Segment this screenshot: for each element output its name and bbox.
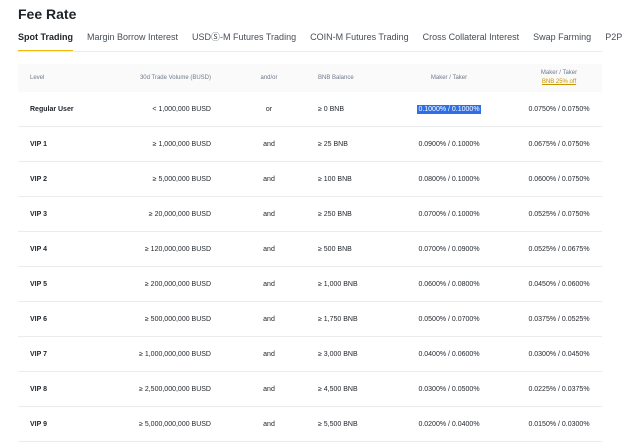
- row-maker-taker-bnb: 0.0750% / 0.0750%: [528, 105, 590, 113]
- table-header: Level 30d Trade Volume (BUSD) and/or BNB…: [18, 64, 602, 92]
- header-level: Level: [30, 75, 45, 81]
- row-maker-taker: 0.1000% / 0.1000%: [401, 92, 497, 126]
- row-maker-taker-bnb: 0.0525% / 0.0675%: [528, 245, 590, 253]
- table-row: VIP 6 ≥ 500,000,000 BUSD and ≥ 1,750 BNB…: [18, 302, 602, 337]
- tab-swap-farming[interactable]: Swap Farming: [533, 30, 591, 52]
- table-row: Regular User < 1,000,000 BUSD or ≥ 0 BNB…: [18, 92, 602, 127]
- row-volume: ≥ 1,000,000,000 BUSD: [139, 350, 211, 358]
- row-andor: or: [265, 105, 273, 113]
- header-maker-taker-bnb: Maker / Taker BNB 25% off: [516, 64, 602, 92]
- tab-margin-borrow-interest[interactable]: Margin Borrow Interest: [87, 30, 178, 52]
- row-volume: < 1,000,000 BUSD: [152, 105, 211, 113]
- row-volume: ≥ 500,000,000 BUSD: [144, 315, 211, 323]
- row-andor: and: [263, 350, 275, 358]
- row-andor: and: [263, 210, 275, 218]
- row-maker-taker-bnb: 0.0600% / 0.0750%: [528, 175, 590, 183]
- row-level: Regular User: [30, 105, 74, 113]
- row-maker-taker: 0.0200% / 0.0400%: [418, 420, 480, 428]
- row-bnb-balance: ≥ 5,500 BNB: [318, 420, 358, 428]
- row-volume: ≥ 1,000,000 BUSD: [152, 140, 211, 148]
- row-level: VIP 4: [30, 245, 47, 253]
- row-andor: and: [263, 140, 275, 148]
- row-bnb-balance: ≥ 25 BNB: [318, 140, 348, 148]
- tab-bar: Spot Trading Margin Borrow Interest USDⓈ…: [18, 30, 636, 52]
- row-maker-taker-bnb: 0.0225% / 0.0375%: [528, 385, 590, 393]
- table-row: VIP 9 ≥ 5,000,000,000 BUSD and ≥ 5,500 B…: [18, 407, 602, 442]
- tab-coin-m-futures-trading[interactable]: COIN-M Futures Trading: [310, 30, 409, 52]
- row-andor: and: [263, 280, 275, 288]
- row-andor: and: [263, 315, 275, 323]
- tab-divider: [18, 51, 602, 52]
- table-row: VIP 5 ≥ 200,000,000 BUSD and ≥ 1,000 BNB…: [18, 267, 602, 302]
- row-volume: ≥ 20,000,000 BUSD: [148, 210, 211, 218]
- row-volume: ≥ 200,000,000 BUSD: [144, 280, 211, 288]
- row-maker-taker: 0.0800% / 0.1000%: [418, 175, 480, 183]
- row-maker-taker-bnb: 0.0375% / 0.0525%: [528, 315, 590, 323]
- row-maker-taker: 0.0600% / 0.0800%: [418, 280, 480, 288]
- row-volume: ≥ 2,500,000,000 BUSD: [139, 385, 211, 393]
- row-maker-taker: 0.0400% / 0.0600%: [418, 350, 480, 358]
- table-row: VIP 3 ≥ 20,000,000 BUSD and ≥ 250 BNB 0.…: [18, 197, 602, 232]
- table-row: VIP 1 ≥ 1,000,000 BUSD and ≥ 25 BNB 0.09…: [18, 127, 602, 162]
- row-bnb-balance: ≥ 1,000 BNB: [318, 280, 358, 288]
- row-andor: and: [263, 420, 275, 428]
- page-title: Fee Rate: [18, 6, 77, 22]
- row-level: VIP 1: [30, 140, 47, 148]
- table-row: VIP 8 ≥ 2,500,000,000 BUSD and ≥ 4,500 B…: [18, 372, 602, 407]
- row-bnb-balance: ≥ 1,750 BNB: [318, 315, 358, 323]
- row-maker-taker: 0.0700% / 0.0900%: [418, 245, 480, 253]
- row-level: VIP 8: [30, 385, 47, 393]
- row-level: VIP 7: [30, 350, 47, 358]
- row-level: VIP 9: [30, 420, 47, 428]
- row-andor: and: [263, 245, 275, 253]
- row-andor: and: [263, 175, 275, 183]
- row-bnb-balance: ≥ 100 BNB: [318, 175, 352, 183]
- header-volume: 30d Trade Volume (BUSD): [139, 75, 211, 81]
- row-maker-taker-bnb: 0.0450% / 0.0600%: [528, 280, 590, 288]
- fee-rate-table: Level 30d Trade Volume (BUSD) and/or BNB…: [18, 64, 602, 442]
- row-volume: ≥ 5,000,000 BUSD: [152, 175, 211, 183]
- row-maker-taker-bnb: 0.0300% / 0.0450%: [528, 350, 590, 358]
- row-maker-taker-bnb: 0.0150% / 0.0300%: [528, 420, 590, 428]
- table-row: VIP 4 ≥ 120,000,000 BUSD and ≥ 500 BNB 0…: [18, 232, 602, 267]
- row-andor: and: [263, 385, 275, 393]
- row-level: VIP 3: [30, 210, 47, 218]
- row-bnb-balance: ≥ 4,500 BNB: [318, 385, 358, 393]
- row-bnb-balance: ≥ 500 BNB: [318, 245, 352, 253]
- row-bnb-balance: ≥ 250 BNB: [318, 210, 352, 218]
- tab-p2p[interactable]: P2P: [605, 30, 622, 52]
- row-maker-taker: 0.0300% / 0.0500%: [418, 385, 480, 393]
- row-level: VIP 5: [30, 280, 47, 288]
- row-level: VIP 2: [30, 175, 47, 183]
- tab-spot-trading[interactable]: Spot Trading: [18, 30, 73, 52]
- row-maker-taker-bnb: 0.0525% / 0.0750%: [528, 210, 590, 218]
- row-level: VIP 6: [30, 315, 47, 323]
- row-bnb-balance: ≥ 3,000 BNB: [318, 350, 358, 358]
- header-maker-taker-bnb-label: Maker / Taker: [540, 70, 578, 76]
- row-maker-taker-bnb: 0.0675% / 0.0750%: [528, 140, 590, 148]
- tab-cross-collateral-interest[interactable]: Cross Collateral Interest: [423, 30, 520, 52]
- header-bnb-balance: BNB Balance: [318, 75, 354, 81]
- selected-text[interactable]: 0.1000% / 0.1000%: [417, 104, 481, 114]
- row-maker-taker: 0.0500% / 0.0700%: [418, 315, 480, 323]
- row-volume: ≥ 120,000,000 BUSD: [144, 245, 211, 253]
- row-maker-taker: 0.0900% / 0.1000%: [418, 140, 480, 148]
- bnb-discount-link[interactable]: BNB 25% off: [542, 78, 576, 87]
- row-volume: ≥ 5,000,000,000 BUSD: [139, 420, 211, 428]
- header-maker-taker: Maker / Taker: [430, 75, 468, 81]
- row-maker-taker: 0.0700% / 0.1000%: [418, 210, 480, 218]
- table-row: VIP 7 ≥ 1,000,000,000 BUSD and ≥ 3,000 B…: [18, 337, 602, 372]
- row-bnb-balance: ≥ 0 BNB: [318, 105, 345, 113]
- header-andor: and/or: [260, 75, 278, 81]
- tab-usds-m-futures-trading[interactable]: USDⓈ-M Futures Trading: [192, 30, 296, 52]
- table-row: VIP 2 ≥ 5,000,000 BUSD and ≥ 100 BNB 0.0…: [18, 162, 602, 197]
